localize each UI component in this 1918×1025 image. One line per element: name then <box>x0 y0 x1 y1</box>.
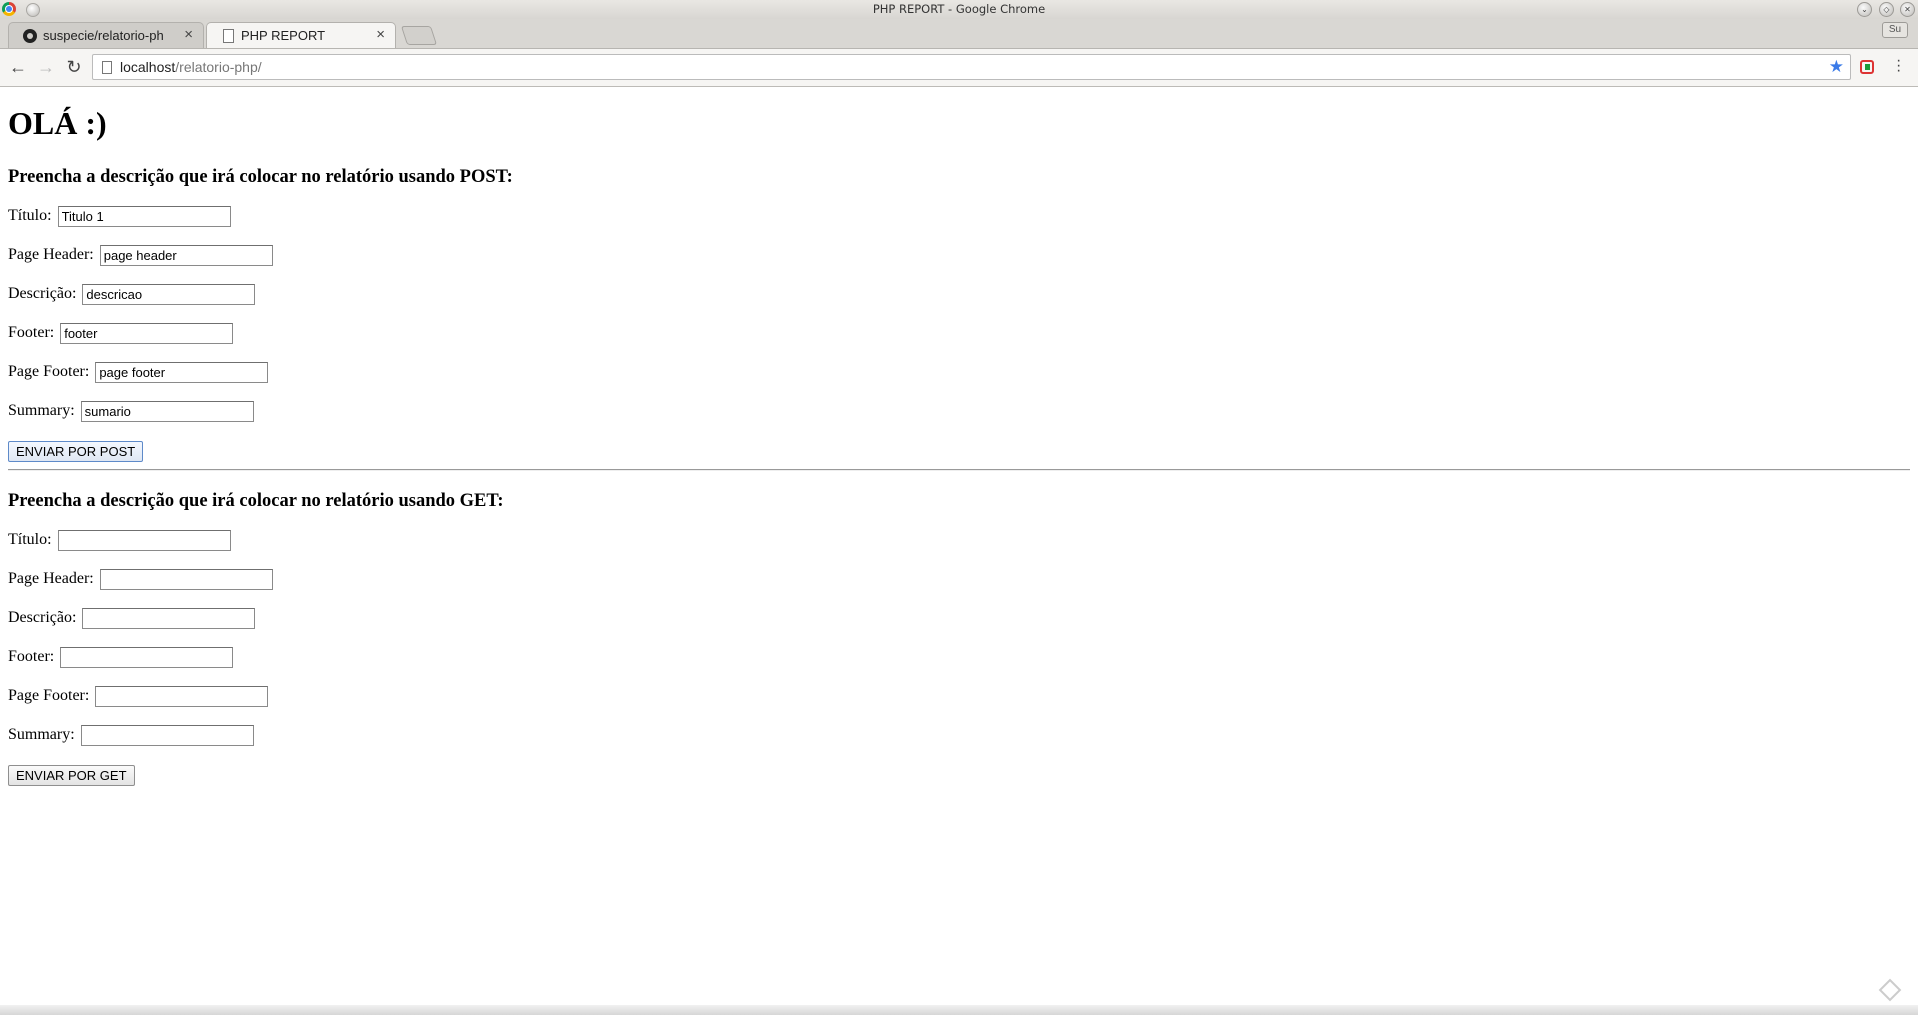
get-footer-input[interactable] <box>60 647 234 668</box>
post-descricao-row: Descrição: <box>8 284 256 305</box>
page-info-icon[interactable] <box>102 61 112 74</box>
back-arrow-icon[interactable]: ← <box>7 56 29 78</box>
post-page-footer-input[interactable] <box>95 362 269 383</box>
get-page-header-input[interactable] <box>99 569 273 590</box>
get-page-footer-row: Page Footer: <box>8 686 269 707</box>
close-window-icon[interactable]: ✕ <box>1900 2 1915 17</box>
send-get-button[interactable]: ENVIAR POR GET <box>8 765 135 786</box>
field-label: Page Footer: <box>8 363 90 381</box>
address-bar[interactable]: localhost/relatorio-php/ ★ <box>92 54 1851 80</box>
close-tab-icon[interactable]: × <box>184 26 193 43</box>
url-path: /relatorio-php/ <box>175 59 262 75</box>
get-section-title: Preencha a descrição que irá colocar no … <box>8 491 504 511</box>
get-page-header-row: Page Header: <box>8 569 273 590</box>
minimize-icon[interactable]: ⌄ <box>1857 2 1872 17</box>
section-divider <box>8 469 1910 471</box>
field-label: Título: <box>8 531 52 549</box>
browser-toolbar: ← → ↻ localhost/relatorio-php/ ★ · · · <box>0 49 1918 87</box>
field-label: Summary: <box>8 726 75 744</box>
get-descricao-row: Descrição: <box>8 608 256 629</box>
get-titulo-input[interactable] <box>57 530 231 551</box>
field-label: Page Footer: <box>8 687 90 705</box>
tab-php-report[interactable]: PHP REPORT × <box>206 22 396 48</box>
tab-label: PHP REPORT <box>241 28 326 43</box>
extension-icon[interactable] <box>1860 60 1874 74</box>
forward-arrow-icon[interactable]: → <box>35 56 57 78</box>
chrome-menu-icon[interactable]: · · · <box>1896 53 1901 79</box>
post-page-header-input[interactable] <box>99 245 273 266</box>
get-footer-row: Footer: <box>8 647 234 668</box>
tab-strip: suspecie/relatorio-ph × PHP REPORT × Su <box>0 19 1918 49</box>
post-page-footer-row: Page Footer: <box>8 362 269 383</box>
field-label: Descrição: <box>8 285 77 303</box>
new-tab-button[interactable] <box>400 26 438 45</box>
post-footer-row: Footer: <box>8 323 234 344</box>
get-page-footer-input[interactable] <box>95 686 269 707</box>
field-label: Descrição: <box>8 609 77 627</box>
post-page-header-row: Page Header: <box>8 245 273 266</box>
close-tab-icon[interactable]: × <box>376 26 385 43</box>
maximize-icon[interactable]: ◇ <box>1879 2 1894 17</box>
post-titulo-input[interactable] <box>57 206 231 227</box>
page-content: OLÁ :) Preencha a descrição que irá colo… <box>0 87 1918 1015</box>
get-summary-row: Summary: <box>8 725 254 746</box>
reload-icon[interactable]: ↻ <box>63 56 85 78</box>
field-label: Page Header: <box>8 570 94 588</box>
page-heading: OLÁ :) <box>8 105 107 141</box>
post-titulo-row: Título: <box>8 206 231 227</box>
corner-widget-icon <box>1878 978 1902 1002</box>
field-label: Footer: <box>8 648 55 666</box>
bookmark-star-icon[interactable]: ★ <box>1829 57 1844 77</box>
post-descricao-input[interactable] <box>82 284 256 305</box>
bottom-shadow <box>0 1005 1918 1015</box>
field-label: Page Header: <box>8 246 94 264</box>
profile-button[interactable]: Su <box>1882 22 1908 38</box>
tab-github-repo[interactable]: suspecie/relatorio-ph × <box>8 22 204 48</box>
post-summary-input[interactable] <box>80 401 254 422</box>
get-summary-input[interactable] <box>80 725 254 746</box>
post-section-title: Preencha a descrição que irá colocar no … <box>8 167 513 187</box>
field-label: Summary: <box>8 402 75 420</box>
field-label: Título: <box>8 207 52 225</box>
tab-label: suspecie/relatorio-ph <box>43 28 164 43</box>
get-titulo-row: Título: <box>8 530 231 551</box>
get-descricao-input[interactable] <box>82 608 256 629</box>
post-footer-input[interactable] <box>60 323 234 344</box>
post-summary-row: Summary: <box>8 401 254 422</box>
address-url: localhost/relatorio-php/ <box>120 59 262 75</box>
url-host: localhost <box>120 59 176 75</box>
window-title-bar: PHP REPORT - Google Chrome ⌄ ◇ ✕ <box>0 0 1918 19</box>
window-title: PHP REPORT - Google Chrome <box>872 2 1046 16</box>
send-post-button[interactable]: ENVIAR POR POST <box>8 441 144 462</box>
field-label: Footer: <box>8 324 55 342</box>
document-icon <box>223 29 234 43</box>
github-icon <box>23 29 37 43</box>
